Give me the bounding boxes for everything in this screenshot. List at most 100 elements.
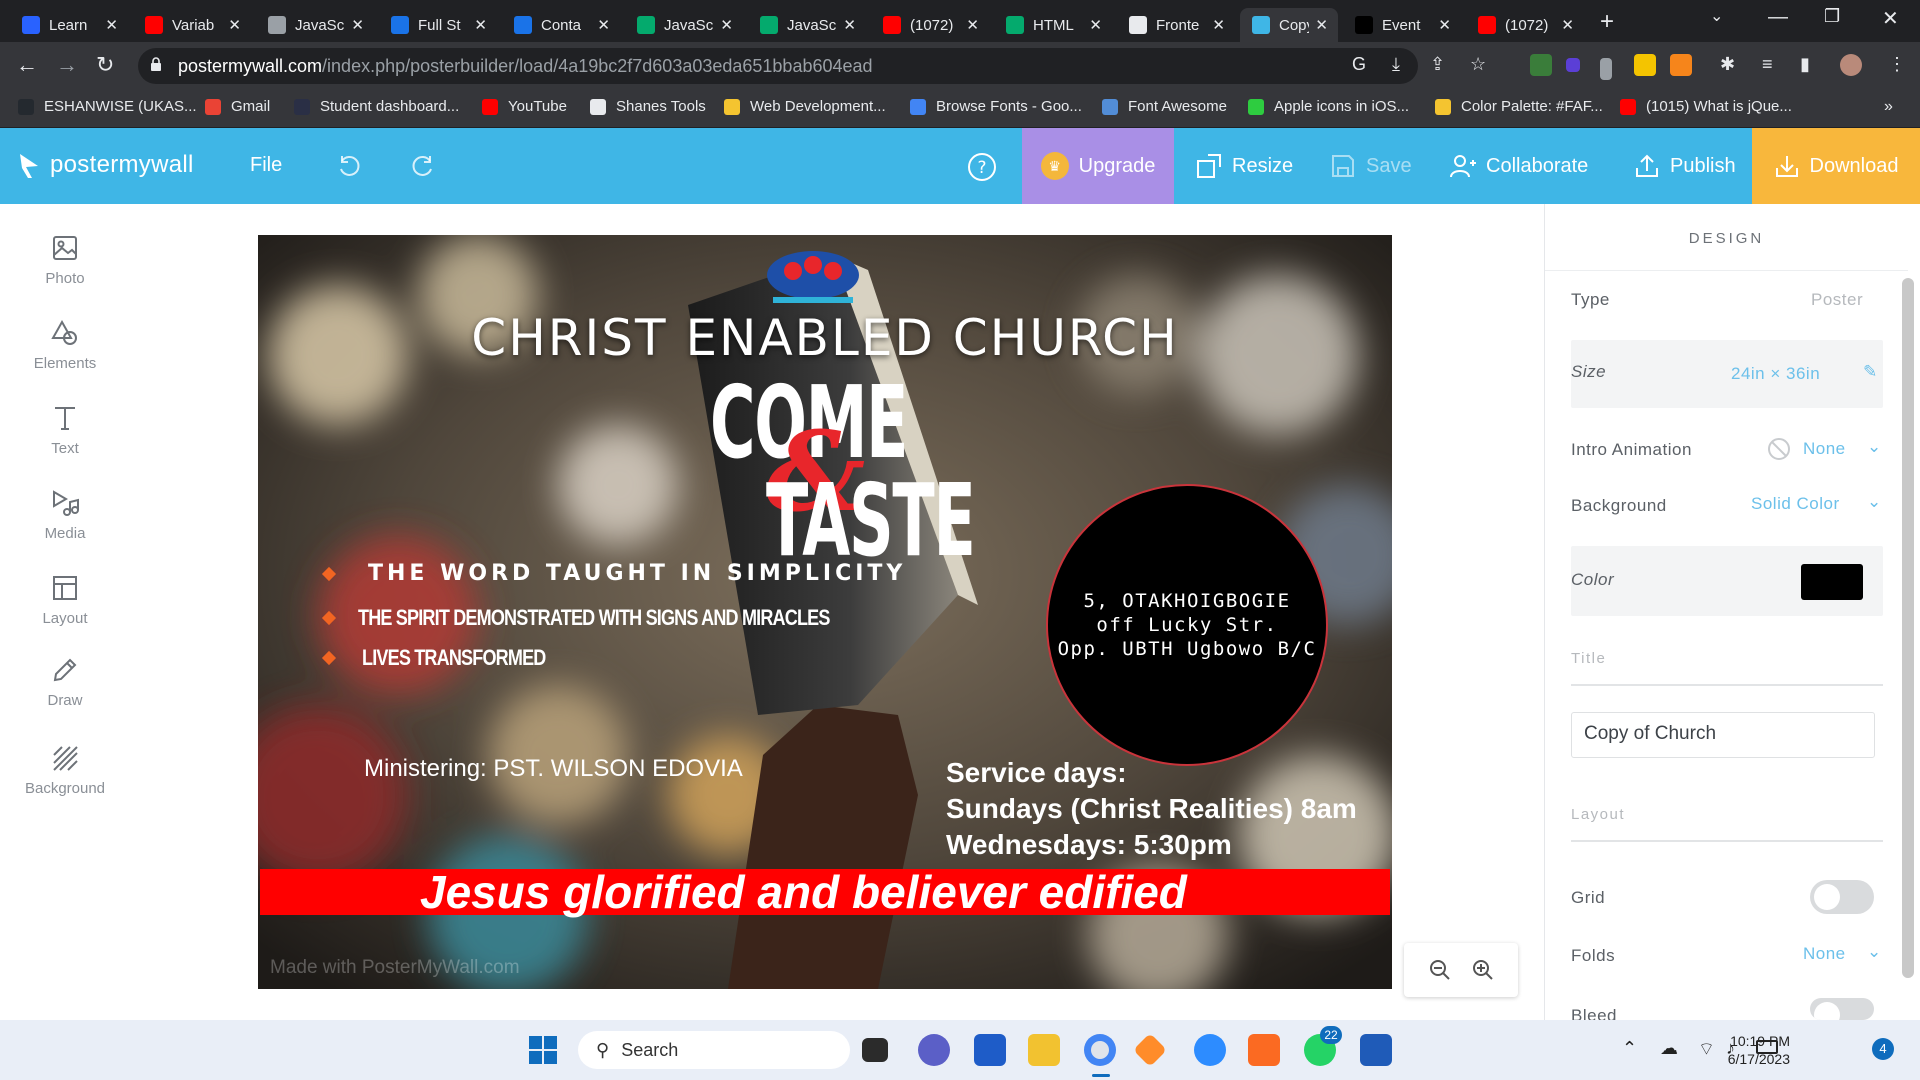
minister-text[interactable]: Ministering: PST. WILSON EDOVIA (364, 755, 743, 783)
microsoft-store-icon[interactable] (974, 1034, 1006, 1066)
rail-draw[interactable]: Draw (0, 656, 130, 709)
close-window-button[interactable]: ✕ (1882, 6, 1899, 31)
notification-badge[interactable]: 4 (1872, 1038, 1894, 1060)
onedrive-icon[interactable]: ☁ (1660, 1038, 1678, 1059)
metamask-icon[interactable] (1670, 54, 1692, 76)
address-circle[interactable]: 5, OTAKHOIGBOGIE off Lucky Str. Opp. UBT… (1046, 484, 1328, 766)
close-tab-icon[interactable]: ✕ (228, 16, 241, 34)
rail-photo[interactable]: Photo (0, 234, 130, 287)
install-app-icon[interactable]: ⤓ (1392, 54, 1400, 75)
browser-tab[interactable]: HTML ✕ (994, 8, 1112, 42)
task-view-icon[interactable] (862, 1038, 888, 1062)
zoom-in-icon[interactable] (1472, 959, 1494, 981)
browser-tab[interactable]: JavaSc ✕ (748, 8, 866, 42)
back-button[interactable]: ← (16, 52, 38, 78)
reload-button[interactable]: ↻ (96, 52, 114, 78)
more-bookmarks-button[interactable]: » (1884, 98, 1893, 116)
title-input[interactable]: Copy of Church (1571, 712, 1875, 758)
folds-dropdown[interactable]: None (1803, 944, 1846, 964)
file-menu[interactable]: File (250, 154, 282, 177)
publish-button[interactable]: Publish (1634, 128, 1736, 204)
panel-scrollbar[interactable] (1902, 278, 1914, 978)
chevron-down-icon[interactable]: ⌄ (1867, 492, 1882, 512)
color-swatch[interactable] (1801, 564, 1863, 600)
close-tab-icon[interactable]: ✕ (1089, 16, 1102, 34)
taskbar-search[interactable]: ⚲ Search (578, 1031, 850, 1069)
service-block[interactable]: Service days: Sundays (Christ Realities)… (946, 755, 1357, 863)
bookmark-item[interactable]: ESHANWISE (UKAS... (18, 98, 197, 115)
bleed-toggle[interactable] (1810, 998, 1874, 1020)
bookmark-item[interactable]: Shanes Tools (590, 98, 706, 115)
close-tab-icon[interactable]: ✕ (105, 16, 118, 34)
grid-toggle[interactable] (1810, 880, 1874, 914)
undo-icon[interactable] (336, 153, 362, 179)
bookmark-item[interactable]: Apple icons in iOS... (1248, 98, 1409, 115)
save-button[interactable]: Save (1330, 128, 1412, 204)
chrome-menu-icon[interactable]: ⋮ (1888, 54, 1906, 75)
chrome-icon[interactable] (1084, 1034, 1116, 1066)
help-icon[interactable]: ? (967, 152, 997, 182)
extensions-puzzle-icon[interactable]: ✱ (1720, 54, 1735, 75)
extension-purple-icon[interactable] (1566, 58, 1580, 72)
chevron-down-icon[interactable]: ⌄ (1867, 942, 1882, 962)
bookmark-item[interactable]: Web Development... (724, 98, 886, 115)
tab-search-icon[interactable]: ⌄ (1710, 6, 1723, 26)
rail-media[interactable]: Media (0, 489, 130, 542)
minimize-button[interactable]: — (1768, 6, 1788, 29)
edit-pencil-icon[interactable]: ✎ (1863, 362, 1878, 382)
upgrade-button[interactable]: ♛ Upgrade (1022, 128, 1174, 204)
church-name[interactable]: CHRIST ENABLED CHURCH (258, 309, 1392, 367)
windows-start-icon[interactable] (528, 1035, 558, 1065)
browser-tab[interactable]: JavaSc ✕ (625, 8, 743, 42)
resize-button[interactable]: Resize (1196, 128, 1293, 204)
tagline-banner[interactable]: Jesus glorified and believer edified (260, 866, 1390, 918)
word-icon[interactable] (1360, 1034, 1392, 1066)
forward-button[interactable]: → (56, 52, 78, 78)
browser-tab[interactable]: Event ✕ (1343, 8, 1461, 42)
browser-tab[interactable]: Variab ✕ (133, 8, 251, 42)
close-tab-icon[interactable]: ✕ (351, 16, 364, 34)
reading-list-icon[interactable]: ≡ (1762, 54, 1773, 75)
chevron-down-icon[interactable]: ⌄ (1867, 437, 1882, 457)
headline-taste[interactable]: TASTE (766, 471, 976, 571)
browser-tab[interactable]: Fronte ✕ (1117, 8, 1235, 42)
system-clock[interactable]: 10:19 PM 6/17/2023 (1680, 1032, 1790, 1068)
browser-tab[interactable]: Full St ✕ (379, 8, 497, 42)
close-tab-icon[interactable]: ✕ (1212, 16, 1225, 34)
teams-chat-icon[interactable] (918, 1034, 950, 1066)
bookmark-item[interactable]: Gmail (205, 98, 270, 115)
background-dropdown[interactable]: Solid Color (1751, 494, 1840, 514)
zoom-icon[interactable] (1194, 1034, 1226, 1066)
lock-icon[interactable] (150, 57, 162, 71)
download-button[interactable]: Download (1752, 128, 1920, 204)
bookmark-item[interactable]: Color Palette: #FAF... (1435, 98, 1603, 115)
url-bar[interactable]: postermywall.com/index.php/posterbuilder… (138, 48, 1418, 84)
poster-artboard[interactable]: CHRIST ENABLED CHURCH COME & TASTE THE W… (258, 235, 1392, 989)
google-lens-icon[interactable]: G (1352, 54, 1366, 75)
rail-elements[interactable]: Elements (0, 319, 130, 372)
close-tab-icon[interactable]: ✕ (966, 16, 979, 34)
close-tab-icon[interactable]: ✕ (843, 16, 856, 34)
bookmark-item[interactable]: Font Awesome (1102, 98, 1227, 115)
share-icon[interactable]: ⇪ (1430, 54, 1445, 75)
extension-t-icon[interactable] (1634, 54, 1656, 76)
size-value[interactable]: 24in × 36in (1731, 364, 1820, 384)
bookmark-star-icon[interactable]: ☆ (1470, 54, 1486, 75)
browser-tab[interactable]: JavaSc ✕ (256, 8, 374, 42)
size-row[interactable] (1571, 340, 1883, 408)
rail-layout[interactable]: Layout (0, 574, 130, 627)
rail-text[interactable]: Text (0, 404, 130, 457)
browser-tab[interactable]: Learn ✕ (10, 8, 128, 42)
close-tab-icon[interactable]: ✕ (597, 16, 610, 34)
restore-button[interactable]: ❐ (1824, 6, 1840, 27)
show-hidden-icons[interactable]: ⌃ (1622, 1038, 1637, 1059)
browser-tab[interactable]: Copy ✕ (1240, 8, 1338, 42)
browser-tab[interactable]: (1072) ✕ (1466, 8, 1584, 42)
file-explorer-icon[interactable] (1028, 1034, 1060, 1066)
new-tab-button[interactable]: + (1600, 8, 1614, 36)
figma-like-icon[interactable] (1133, 1033, 1167, 1067)
bookmark-item[interactable]: Browse Fonts - Goo... (910, 98, 1082, 115)
browser-tab[interactable]: Conta ✕ (502, 8, 620, 42)
extension-pen-icon[interactable] (1530, 54, 1552, 76)
browser-tab[interactable]: (1072) ✕ (871, 8, 989, 42)
